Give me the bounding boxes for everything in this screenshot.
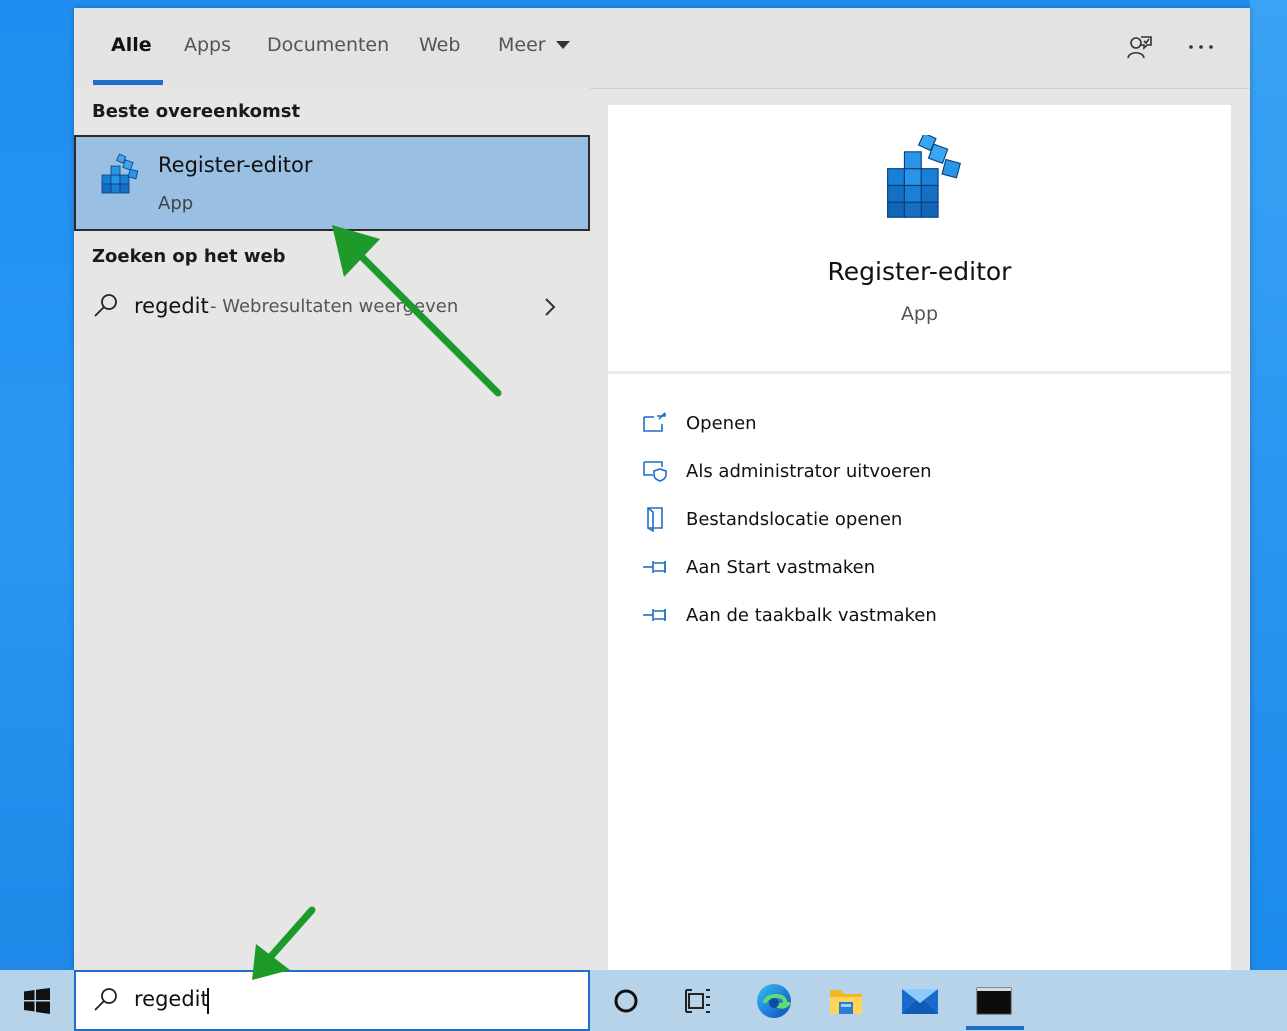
file-explorer-icon xyxy=(830,990,862,1014)
start-icon xyxy=(24,987,50,1014)
chevron-right-icon xyxy=(545,298,556,316)
mail-button[interactable] xyxy=(892,976,948,1026)
more-options-icon[interactable] xyxy=(1184,30,1218,64)
active-app-indicator xyxy=(966,1026,1024,1030)
web-search-suffix: - Webresultaten weergeven xyxy=(210,296,459,317)
task-view-icon xyxy=(685,989,710,1013)
filter-tabs: Alle Apps Documenten Web Meer xyxy=(74,8,1250,89)
search-icon xyxy=(94,988,117,1011)
desktop-background xyxy=(1250,0,1287,970)
tab-meer-label: Meer xyxy=(498,34,546,56)
tab-documenten[interactable]: Documenten xyxy=(267,34,389,56)
preview-subtitle: App xyxy=(900,303,939,325)
action-pin-start[interactable]: Aan Start vastmaken xyxy=(640,547,1200,587)
preview-title: Register-editor xyxy=(827,257,1012,286)
admin-shield-icon xyxy=(640,458,670,484)
web-search-heading: Zoeken op het web xyxy=(92,246,286,267)
best-match-title: Register-editor xyxy=(158,153,313,177)
taskbar-search-input[interactable]: regedit xyxy=(74,970,590,1031)
registry-editor-large-icon xyxy=(887,135,962,218)
best-match-result[interactable]: Register-editor App xyxy=(74,135,590,231)
best-match-subtitle: App xyxy=(158,193,194,214)
registry-editor-icon xyxy=(101,153,139,194)
file-location-icon xyxy=(640,506,670,532)
best-match-heading: Beste overeenkomst xyxy=(92,101,301,122)
search-icon xyxy=(94,294,117,317)
web-search-result[interactable]: regedit - Webresultaten weergeven xyxy=(74,284,590,330)
action-file-location[interactable]: Bestandslocatie openen xyxy=(640,499,1200,539)
feedback-icon[interactable] xyxy=(1122,30,1156,64)
preview-pane: Register-editor App Openen Als administr… xyxy=(608,105,1231,970)
file-explorer-button[interactable] xyxy=(818,976,874,1026)
tab-meer[interactable]: Meer xyxy=(498,34,570,56)
action-openen[interactable]: Openen xyxy=(640,403,1200,443)
search-query-text: regedit xyxy=(134,987,209,1011)
taskbar: regedit xyxy=(0,970,1287,1031)
tab-web[interactable]: Web xyxy=(419,34,460,56)
results-list: Beste overeenkomst Register-editor App Z… xyxy=(74,88,590,970)
pin-start-icon xyxy=(640,554,670,580)
action-run-as-admin[interactable]: Als administrator uitvoeren xyxy=(640,451,1200,491)
start-search-panel: Alle Apps Documenten Web Meer Beste over… xyxy=(74,8,1250,970)
action-label: Als administrator uitvoeren xyxy=(686,460,932,482)
mail-icon xyxy=(902,989,938,1014)
action-label: Bestandslocatie openen xyxy=(686,508,903,530)
text-cursor xyxy=(207,988,209,1014)
edge-button[interactable] xyxy=(746,976,802,1026)
action-pin-taskbar[interactable]: Aan de taakbalk vastmaken xyxy=(640,595,1200,635)
action-label: Aan Start vastmaken xyxy=(686,556,876,578)
cortana-icon xyxy=(614,989,638,1013)
action-label: Openen xyxy=(686,412,757,434)
edge-icon xyxy=(757,984,791,1018)
open-icon xyxy=(640,410,670,436)
terminal-button[interactable] xyxy=(966,976,1022,1026)
chevron-down-icon xyxy=(555,41,570,49)
cortana-button[interactable] xyxy=(598,976,654,1026)
active-tab-indicator xyxy=(93,80,163,85)
web-search-query: regedit xyxy=(134,294,209,318)
pin-taskbar-icon xyxy=(640,602,670,628)
terminal-icon xyxy=(976,987,1012,1015)
task-view-button[interactable] xyxy=(670,976,726,1026)
divider xyxy=(608,371,1231,374)
tab-apps[interactable]: Apps xyxy=(184,34,231,56)
start-button[interactable] xyxy=(0,970,74,1031)
action-label: Aan de taakbalk vastmaken xyxy=(686,604,937,626)
tab-alle[interactable]: Alle xyxy=(111,34,152,56)
